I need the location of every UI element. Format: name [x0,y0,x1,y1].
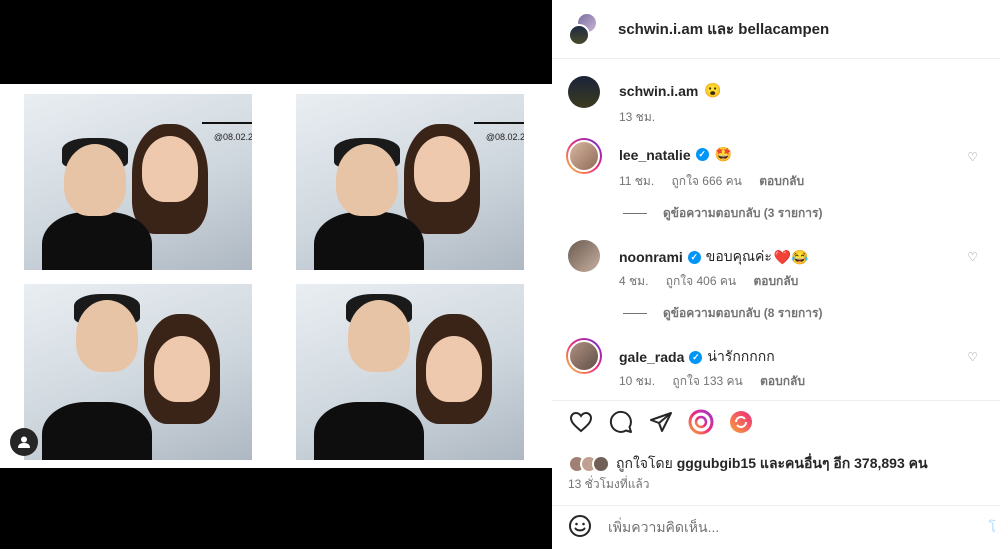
photo-frame-2: @08.02.2025 [296,94,524,270]
avatar[interactable] [566,338,602,374]
post-comment-button[interactable]: โ [988,517,996,539]
post-author-names[interactable]: schwin.i.am และ bellacampen [618,17,829,41]
reply-button[interactable]: ตอบกลับ [760,374,805,388]
post-actions: ถูกใจโดย gggubgib15 และคนอื่นๆ อีก 378,8… [552,400,1000,549]
photo-date: @08.02.2025 [485,132,524,142]
comment-text: น่ารักกกกก [707,348,775,364]
reply-button[interactable]: ตอบกลับ [753,274,798,288]
likes-count[interactable]: และคนอื่นๆ อีก 378,893 คน [760,455,928,471]
liker-username[interactable]: gggubgib15 [677,455,756,471]
verified-badge-icon: ✓ [689,350,703,364]
photo-frame-3 [24,284,252,460]
comment-likes[interactable]: ถูกใจ 133 คน [672,374,742,388]
post-timestamp: 13 ชั่วโมงที่แล้ว [568,477,650,491]
heart-icon[interactable] [568,409,594,435]
photo-strip: @08.02.2025 @08.02.2025 [0,84,552,468]
avatar[interactable] [568,76,600,108]
add-comment-bar: เพิ่มความคิดเห็น... โ [552,505,1000,549]
post-sidebar: schwin.i.am และ bellacampen schwin.i.am … [552,0,1000,549]
share-icon[interactable] [648,409,674,435]
view-replies-button[interactable]: ดูข้อความตอบกลับ (3 รายการ) [623,204,822,223]
comment-likes[interactable]: ถูกใจ 666 คน [672,174,742,188]
comment-like-icon[interactable]: ♡ [967,350,978,364]
comment-time[interactable]: 10 ชม. [619,374,655,388]
comment-icon[interactable] [608,409,634,435]
comment-text: ขอบคุณค่ะ [705,248,772,264]
photo-frame-1: @08.02.2025 [24,94,252,270]
caption-time[interactable]: 13 ชม. [619,110,655,124]
reel-icon[interactable] [688,409,714,435]
photo-date: @08.02.2025 [213,132,252,142]
post-media[interactable]: @08.02.2025 @08.02.2025 [0,0,552,549]
likes-summary[interactable]: ถูกใจโดย gggubgib15 และคนอื่นๆ อีก 378,8… [568,453,928,475]
comment-text: 🤩 [714,146,733,162]
post-header: schwin.i.am และ bellacampen [552,0,1000,59]
comment-like-icon[interactable]: ♡ [967,250,978,264]
post-viewer: @08.02.2025 @08.02.2025 [0,0,1000,549]
caption-text: 😮 [704,82,722,98]
comment-likes[interactable]: ถูกใจ 406 คน [666,274,736,288]
comment-time[interactable]: 11 ชม. [619,174,654,188]
likes-prefix: ถูกใจโดย [616,455,673,471]
comment-username[interactable]: noonrami [619,249,683,265]
comment-emoji: ❤️😂 [773,248,809,265]
avatar[interactable] [566,138,602,174]
view-replies-button[interactable]: ดูข้อความตอบกลับ (8 รายการ) [623,304,822,323]
collab-avatars[interactable] [568,12,602,46]
comments-list: schwin.i.am 😮 13 ชม. lee_natalie ✓ 🤩 11 … [552,60,1000,400]
verified-badge-icon: ✓ [687,250,701,264]
verified-badge-icon: ✓ [695,148,709,161]
caption-username[interactable]: schwin.i.am [619,83,698,99]
avatar [592,455,610,473]
emoji-icon[interactable] [568,514,592,543]
comment-like-icon[interactable]: ♡ [967,150,978,164]
comment-username[interactable]: gale_rada [619,349,684,365]
photo-frame-4 [296,284,524,460]
comment-input[interactable]: เพิ่มความคิดเห็น... [608,517,719,539]
tagged-users-icon[interactable] [10,428,38,456]
comment-time[interactable]: 4 ชม. [619,274,648,288]
remix-icon[interactable] [728,409,754,435]
reply-button[interactable]: ตอบกลับ [759,174,804,188]
avatar[interactable] [568,240,600,272]
comment-username[interactable]: lee_natalie [619,147,691,163]
